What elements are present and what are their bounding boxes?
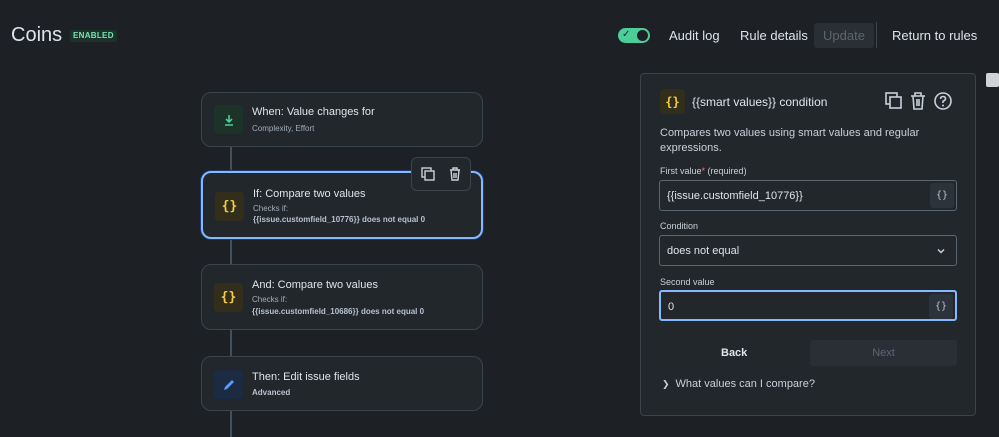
node-subtitle: Complexity, Effort [252,124,315,133]
node-detail: {{issue.customfield_10776}} does not equ… [253,215,426,224]
chevron-down-icon [936,246,946,256]
second-value-label: Second value [660,277,715,287]
node-title: And: Compare two values [252,279,378,291]
header: Coins ENABLED ✓ Audit log Rule details U… [0,0,999,72]
node-subtitle: Checks if: [253,204,289,213]
node-title: When: Value changes for [252,106,375,118]
node-subtitle: Checks if: [252,295,288,304]
page-title: Coins [11,24,63,46]
node-detail: Advanced [252,388,291,397]
scrollbar[interactable] [986,73,999,87]
rule-details-button[interactable]: Rule details [740,25,808,47]
trash-icon[interactable] [908,91,928,111]
audit-log-button[interactable]: Audit log [669,25,720,47]
panel-description: Compares two values using smart values a… [660,127,920,154]
pencil-icon [214,370,243,399]
trigger-node[interactable]: When: Value changes for Complexity, Effo… [201,92,483,147]
node-detail: {{issue.customfield_10686}} does not equ… [252,307,425,316]
panel-title: {{smart values}} condition [692,95,828,109]
update-button[interactable]: Update [814,23,874,48]
rule-enabled-toggle[interactable]: ✓ [618,28,650,43]
help-icon[interactable] [933,91,953,111]
condition-node[interactable]: {} And: Compare two values Checks if: {{… [201,264,483,330]
what-values-expander[interactable]: ❯ What values can I compare? [662,378,815,390]
node-title: Then: Edit issue fields [252,371,360,383]
braces-icon: {} [214,283,243,312]
smart-value-button[interactable]: {} [930,183,954,208]
status-badge: ENABLED [70,30,117,42]
first-value-input[interactable]: {{issue.customfield_10776}} {} [659,180,957,211]
second-value-input[interactable]: 0 {} [659,290,957,321]
first-value-label: First value* (required) [660,166,747,176]
copy-icon[interactable] [884,91,904,111]
condition-select[interactable]: does not equal [659,235,957,266]
condition-label: Condition [660,221,699,231]
smart-value-button[interactable]: {} [929,294,953,319]
header-divider [876,22,877,48]
download-arrow-icon [214,105,243,134]
action-node[interactable]: Then: Edit issue fields Advanced [201,356,483,411]
node-toolbar [411,157,471,191]
check-icon: ✓ [622,29,631,40]
return-to-rules-button[interactable]: Return to rules [892,25,977,47]
trash-icon[interactable] [447,166,463,182]
condition-config-panel: {} {{smart values}} condition Compares t… [640,73,976,416]
node-title: If: Compare two values [253,188,366,200]
braces-icon: {} [215,192,244,221]
back-button[interactable]: Back [721,347,747,359]
next-button[interactable]: Next [810,340,957,366]
toggle-knob [637,30,648,41]
braces-icon: {} [660,89,685,114]
chevron-right-icon: ❯ [662,379,670,389]
copy-icon[interactable] [420,166,436,182]
